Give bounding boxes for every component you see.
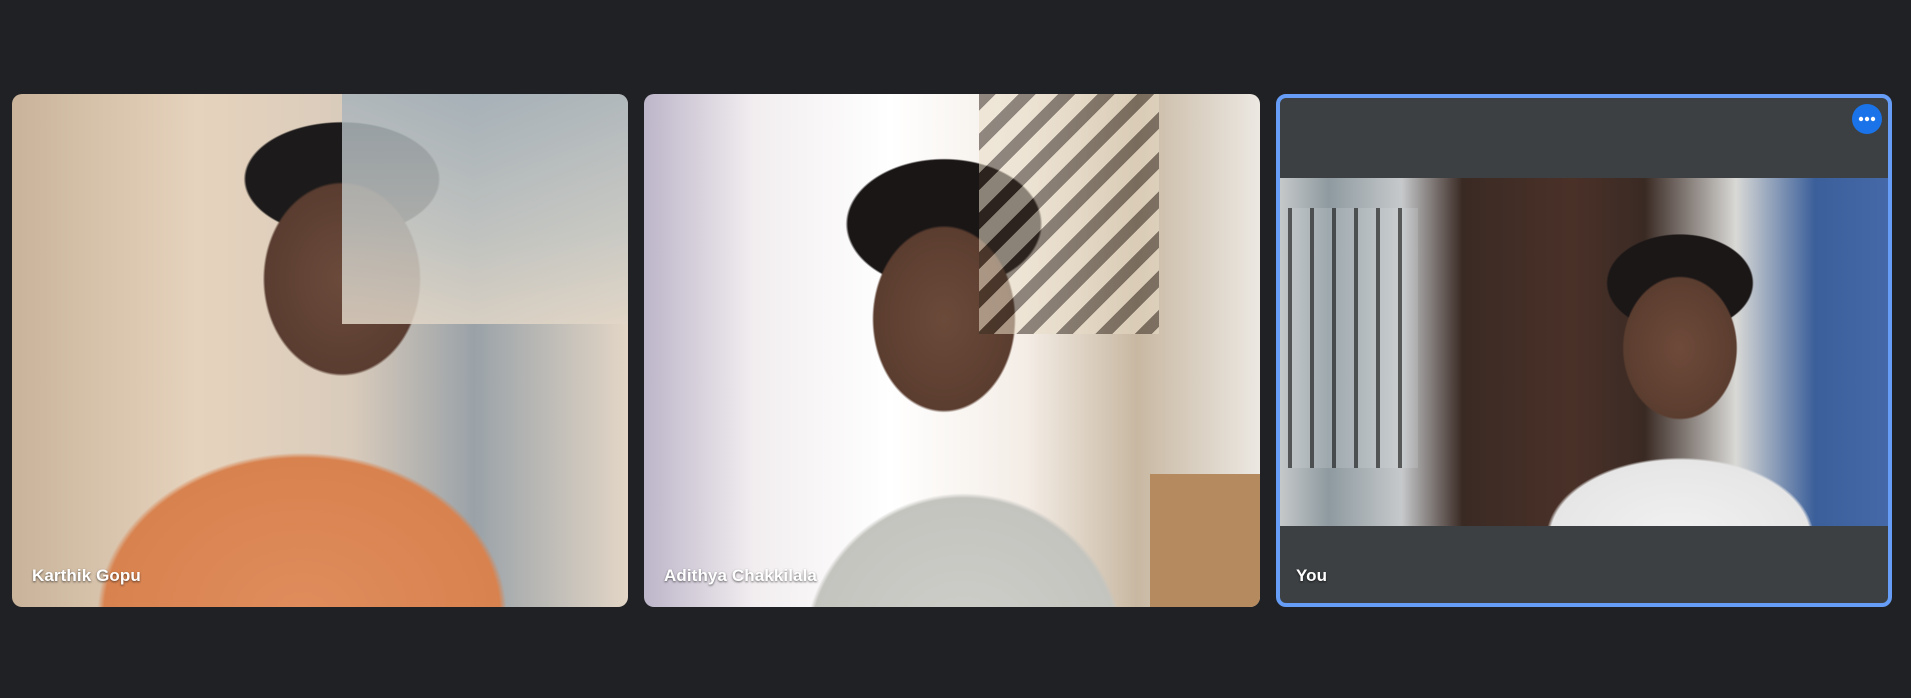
video-background: [342, 94, 628, 324]
video-background: [979, 94, 1159, 334]
participant-tile[interactable]: Karthik Gopu: [12, 94, 628, 607]
more-options-button[interactable]: [1852, 104, 1882, 134]
participant-name: You: [1296, 566, 1328, 585]
participant-video: [644, 94, 1260, 607]
participant-tile[interactable]: Adithya Chakkilala: [644, 94, 1260, 607]
meeting-stage: Karthik Gopu Adithya Chakkilala You: [0, 0, 1911, 698]
participant-video: [12, 94, 628, 607]
self-view-tile[interactable]: You: [1276, 94, 1892, 607]
self-video: [1280, 178, 1888, 526]
participant-name: Adithya Chakkilala: [664, 566, 817, 585]
video-background: [1288, 208, 1418, 468]
video-background: [1150, 474, 1260, 607]
participant-name: Karthik Gopu: [32, 566, 141, 585]
more-horiz-icon: [1858, 116, 1876, 122]
